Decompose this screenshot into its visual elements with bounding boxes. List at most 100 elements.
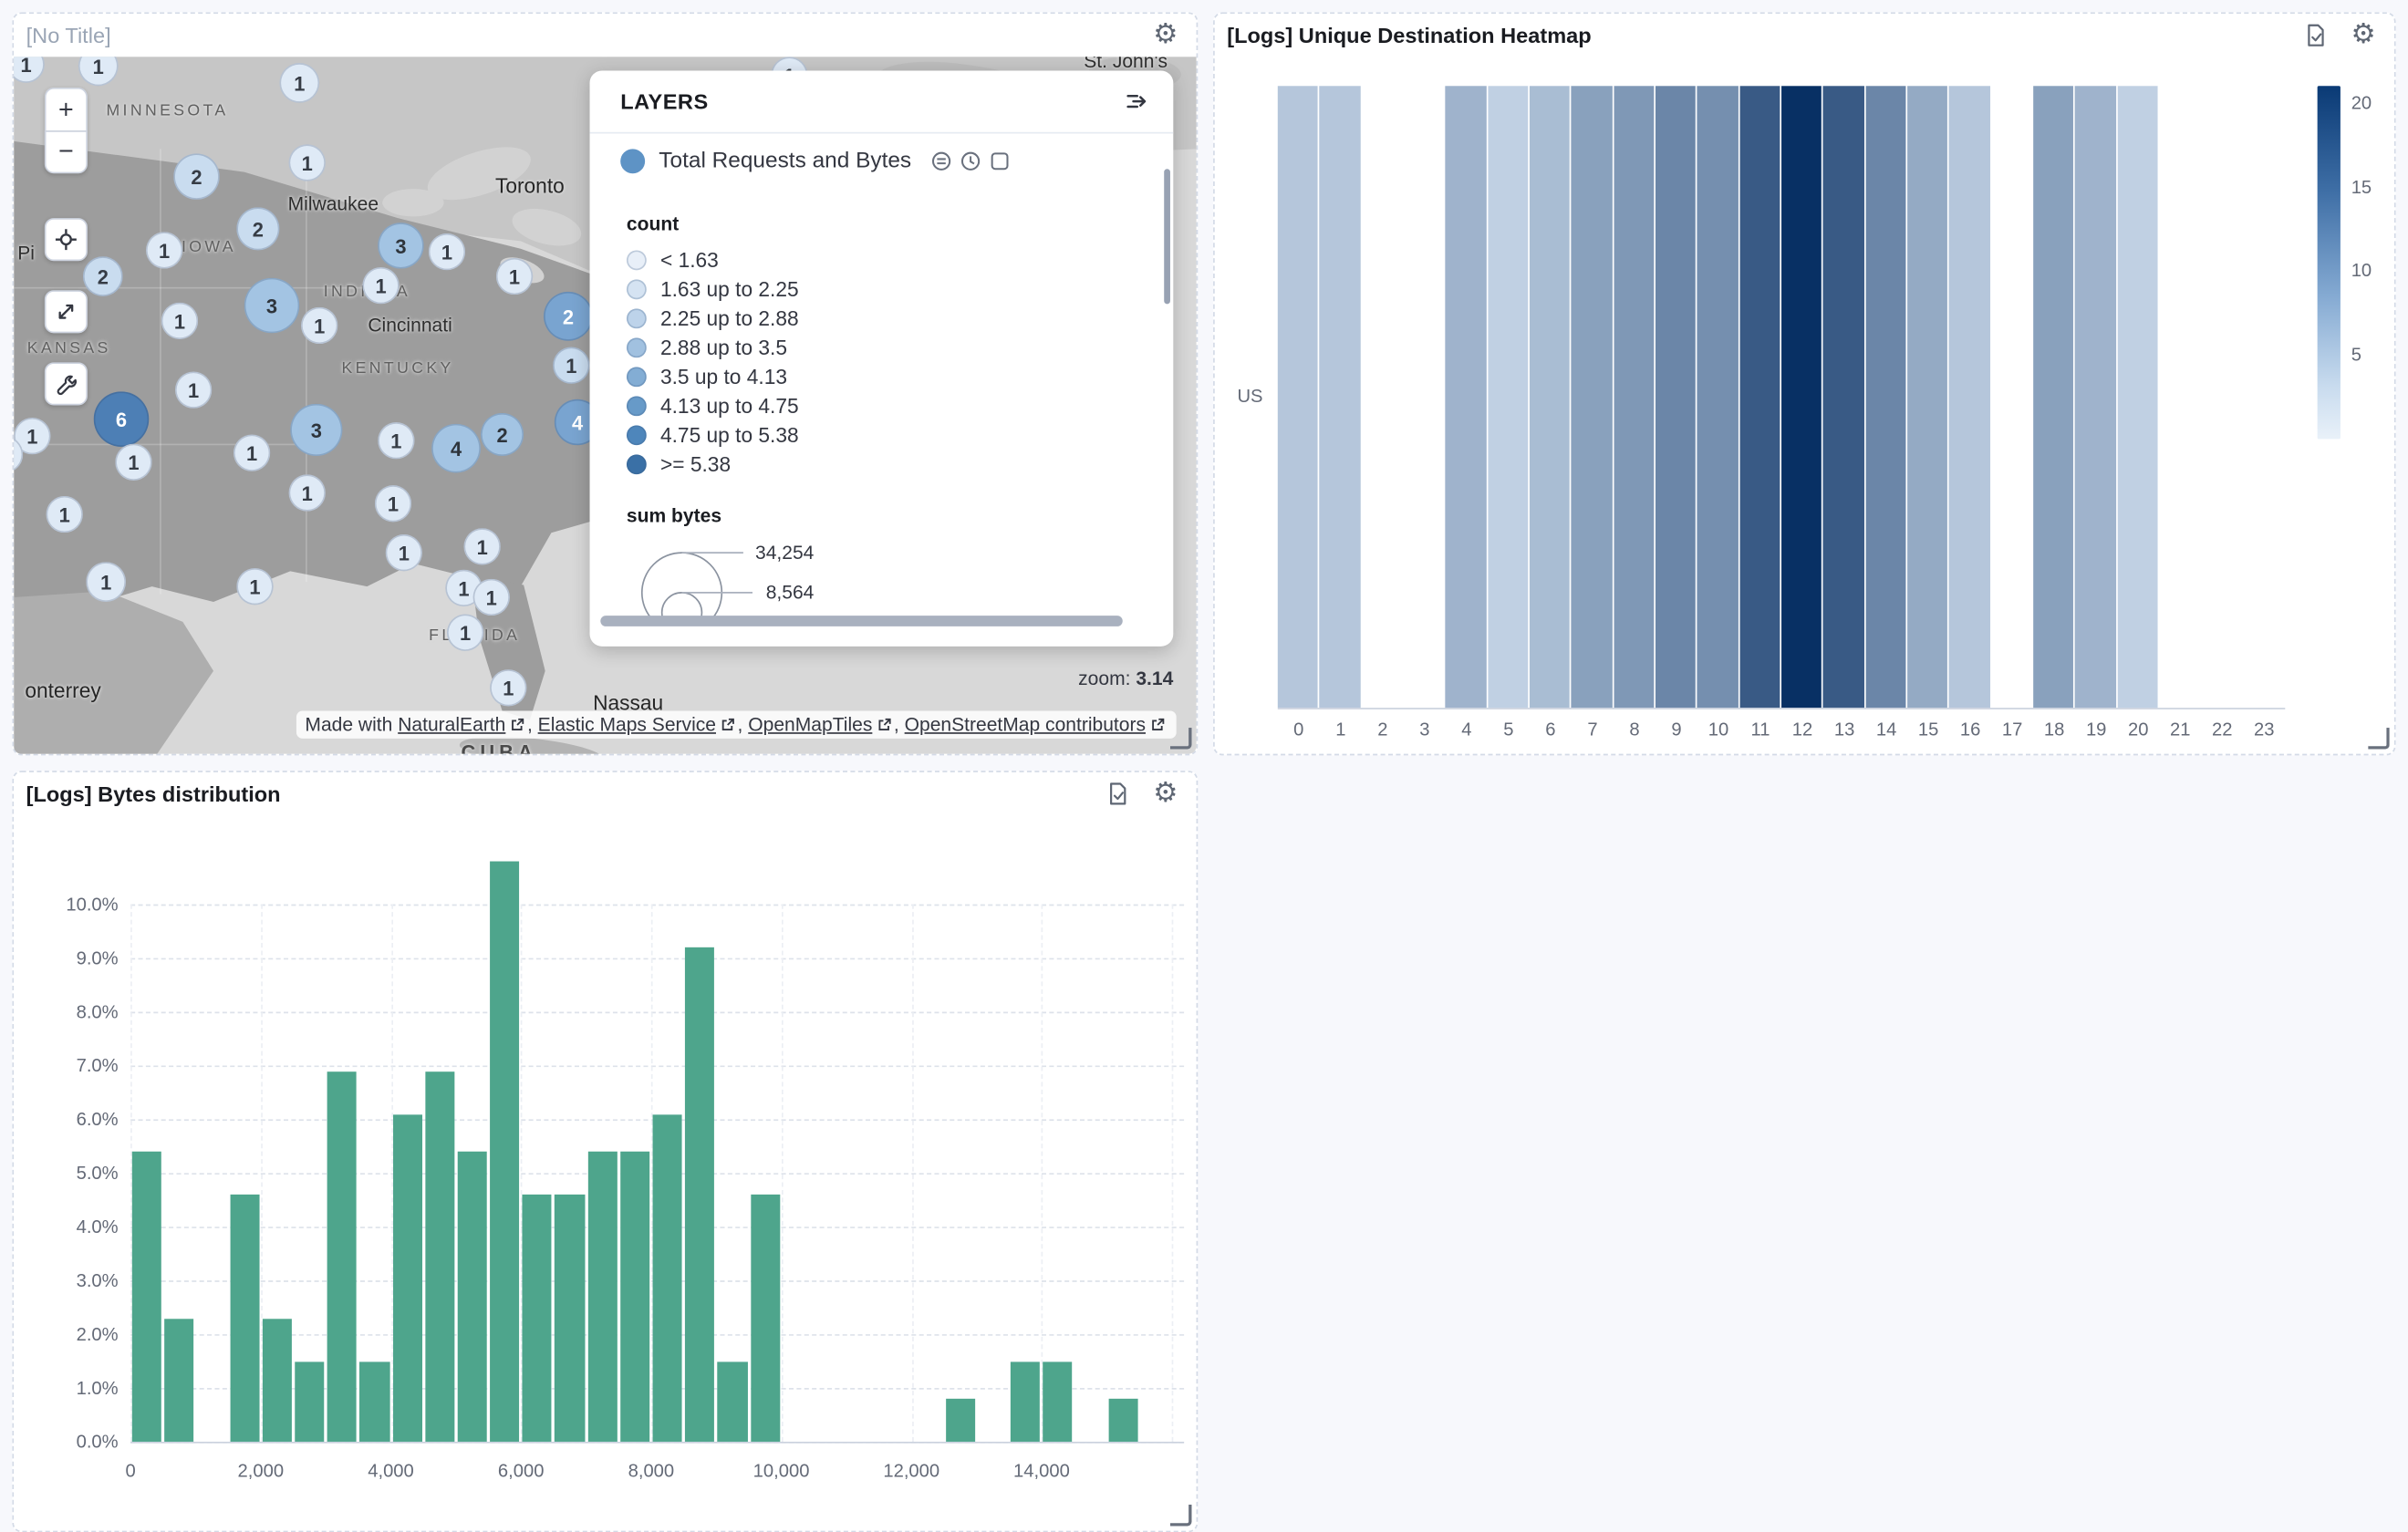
heatmap-cell[interactable] — [1907, 86, 1947, 708]
map-cluster[interactable]: 4 — [431, 424, 481, 473]
heatmap-cell[interactable] — [2243, 86, 2283, 708]
heatmap-cell[interactable] — [1823, 86, 1863, 708]
gear-icon[interactable]: ⚙ — [1153, 780, 1178, 807]
map-cluster[interactable]: 1 — [236, 568, 273, 605]
attribution-link[interactable]: NaturalEarth — [398, 714, 505, 736]
map-cluster[interactable]: 1 — [289, 144, 326, 181]
heatmap-cell[interactable] — [1404, 86, 1444, 708]
heatmap-cell[interactable] — [1991, 86, 2031, 708]
heatmap-cell[interactable] — [2033, 86, 2073, 708]
attribution-link[interactable]: Elastic Maps Service — [538, 714, 716, 736]
map-cluster[interactable]: 1 — [463, 528, 500, 564]
histogram-bar[interactable] — [327, 1071, 357, 1442]
map-cluster[interactable]: 3 — [290, 404, 342, 456]
map-cluster[interactable]: 1 — [279, 63, 319, 103]
map-cluster[interactable]: 1 — [496, 258, 533, 295]
layer-checkbox-icon[interactable] — [990, 150, 1012, 172]
histogram-bar[interactable] — [685, 947, 714, 1442]
heatmap-cell[interactable] — [1530, 86, 1570, 708]
heatmap-cell[interactable] — [1488, 86, 1528, 708]
map-cluster[interactable]: 1 — [115, 444, 151, 481]
heatmap-cell[interactable] — [1865, 86, 1905, 708]
map-cluster[interactable]: 1 — [447, 614, 483, 650]
histogram-bar[interactable] — [946, 1399, 975, 1442]
heatmap-cell[interactable] — [1572, 86, 1612, 708]
layer-name[interactable]: Total Requests and Bytes — [659, 149, 911, 173]
layers-horizontal-scrollbar[interactable] — [600, 616, 1122, 626]
histogram-bar[interactable] — [230, 1195, 259, 1442]
histogram-bar[interactable] — [295, 1361, 324, 1442]
panel-resize-handle[interactable] — [1170, 1505, 1192, 1527]
histogram-bar[interactable] — [1011, 1361, 1040, 1442]
panel-resize-handle[interactable] — [1170, 728, 1192, 750]
histogram-bar[interactable] — [653, 1114, 682, 1442]
heatmap-cell[interactable] — [2201, 86, 2241, 708]
heatmap-cell[interactable] — [1362, 86, 1402, 708]
heatmap-cell[interactable] — [1739, 86, 1780, 708]
map-cluster[interactable]: 1 — [378, 422, 414, 459]
histogram-bar[interactable] — [1043, 1361, 1073, 1442]
map-cluster[interactable]: 1 — [429, 233, 465, 270]
heatmap-cell[interactable] — [1949, 86, 1989, 708]
heatmap-cell[interactable] — [1320, 86, 1360, 708]
histogram-bar[interactable] — [555, 1195, 585, 1442]
histogram-bar[interactable] — [751, 1195, 780, 1442]
zoom-in-button[interactable]: + — [45, 88, 88, 130]
gear-icon[interactable]: ⚙ — [2351, 22, 2375, 49]
histogram-bar[interactable] — [1108, 1399, 1137, 1442]
map-cluster[interactable]: 1 — [473, 579, 510, 616]
histogram-bar[interactable] — [262, 1318, 291, 1442]
layer-time-icon[interactable] — [960, 150, 982, 172]
zoom-out-button[interactable]: − — [45, 130, 88, 173]
map-cluster[interactable]: 1 — [375, 485, 411, 522]
map-cluster[interactable]: 1 — [86, 562, 126, 602]
map-cluster[interactable]: 1 — [490, 669, 526, 706]
heatmap-cell[interactable] — [1697, 86, 1738, 708]
histogram-bar[interactable] — [425, 1071, 454, 1442]
panel-resize-handle[interactable] — [2368, 728, 2390, 750]
map-cluster[interactable]: 1 — [146, 232, 182, 268]
map-cluster[interactable]: 3 — [244, 278, 300, 334]
histogram-bar[interactable] — [587, 1152, 617, 1442]
expand-map-button[interactable] — [45, 290, 88, 333]
map-cluster[interactable]: 2 — [236, 207, 279, 250]
map-tools-button[interactable] — [45, 362, 88, 405]
map-cluster[interactable]: 1 — [362, 267, 399, 304]
heatmap-cell[interactable] — [1781, 86, 1822, 708]
histogram-bar[interactable] — [164, 1318, 193, 1442]
attribution-link[interactable]: OpenMapTiles — [748, 714, 872, 736]
layers-vertical-scrollbar[interactable] — [1164, 169, 1170, 304]
map-cluster[interactable]: 1 — [301, 307, 337, 344]
heatmap-cell[interactable] — [2075, 86, 2115, 708]
map-cluster[interactable]: 3 — [378, 223, 424, 269]
map-cluster[interactable]: 2 — [544, 292, 593, 341]
heatmap-cell[interactable] — [1614, 86, 1654, 708]
attribution-link[interactable]: OpenStreetMap contributors — [905, 714, 1146, 736]
histogram-bar[interactable] — [132, 1152, 161, 1442]
collapse-layers-icon[interactable] — [1124, 89, 1148, 114]
map-cluster[interactable]: 1 — [175, 371, 212, 408]
map-cluster[interactable]: 2 — [173, 153, 220, 200]
heatmap-cell[interactable] — [1656, 86, 1696, 708]
save-to-library-icon[interactable] — [2303, 23, 2328, 47]
heatmap-cell[interactable] — [1278, 86, 1318, 708]
histogram-bar[interactable] — [360, 1361, 389, 1442]
histogram-bar[interactable] — [620, 1152, 649, 1442]
map-cluster[interactable]: 2 — [83, 256, 123, 296]
histogram-bar[interactable] — [718, 1361, 747, 1442]
layer-aggregation-icon[interactable] — [931, 150, 953, 172]
map-cluster[interactable]: 2 — [481, 413, 524, 456]
map-canvas[interactable]: MINNESOTAIOWAKANSASINDIANAKENTUCKYFLORID… — [14, 57, 1196, 753]
heatmap-cell[interactable] — [2117, 86, 2157, 708]
heatmap-cell[interactable] — [2159, 86, 2199, 708]
map-cluster[interactable]: 1 — [161, 303, 198, 339]
histogram-bar[interactable] — [523, 1195, 552, 1442]
map-cluster[interactable]: 1 — [234, 434, 270, 471]
map-cluster[interactable]: 1 — [289, 474, 326, 511]
heatmap-cell[interactable] — [1446, 86, 1486, 708]
map-cluster[interactable]: 6 — [94, 391, 150, 447]
save-to-library-icon[interactable] — [1105, 782, 1130, 806]
histogram-bar[interactable] — [392, 1114, 421, 1442]
map-cluster[interactable]: 1 — [386, 534, 422, 571]
histogram-bar[interactable] — [490, 862, 519, 1442]
